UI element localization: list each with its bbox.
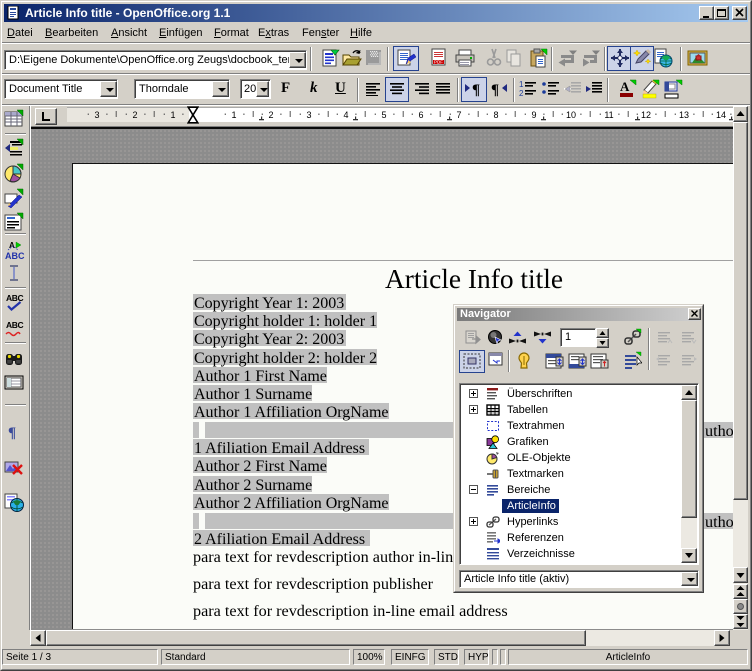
svg-text:9: 9 [531, 110, 536, 120]
svg-text:¶: ¶ [8, 425, 16, 441]
svg-text:14: 14 [716, 110, 726, 120]
svg-text:1: 1 [231, 110, 236, 120]
svg-text:2: 2 [519, 89, 524, 97]
svg-text:2: 2 [132, 110, 137, 120]
svg-text:10: 10 [566, 110, 576, 120]
svg-text:4: 4 [343, 110, 348, 120]
svg-text:ABC: ABC [6, 320, 23, 330]
svg-text:13: 13 [679, 110, 689, 120]
svg-text:8: 8 [493, 110, 498, 120]
svg-text:3: 3 [94, 110, 99, 120]
svg-text:ABC: ABC [5, 251, 25, 261]
svg-text:12: 12 [641, 110, 651, 120]
svg-text:1: 1 [170, 110, 175, 120]
svg-text:A: A [620, 79, 630, 94]
svg-text:A: A [9, 241, 15, 250]
svg-text:2: 2 [268, 110, 273, 120]
svg-text:6: 6 [418, 110, 423, 120]
svg-text:5: 5 [381, 110, 386, 120]
svg-text:7: 7 [456, 110, 461, 120]
svg-text:1: 1 [519, 80, 524, 89]
svg-text:¶: ¶ [491, 82, 499, 97]
svg-text:PDF: PDF [434, 60, 443, 65]
svg-text:¶: ¶ [472, 82, 480, 97]
svg-text:3: 3 [306, 110, 311, 120]
svg-text:ABC: ABC [6, 293, 23, 303]
svg-text:11: 11 [604, 110, 613, 120]
